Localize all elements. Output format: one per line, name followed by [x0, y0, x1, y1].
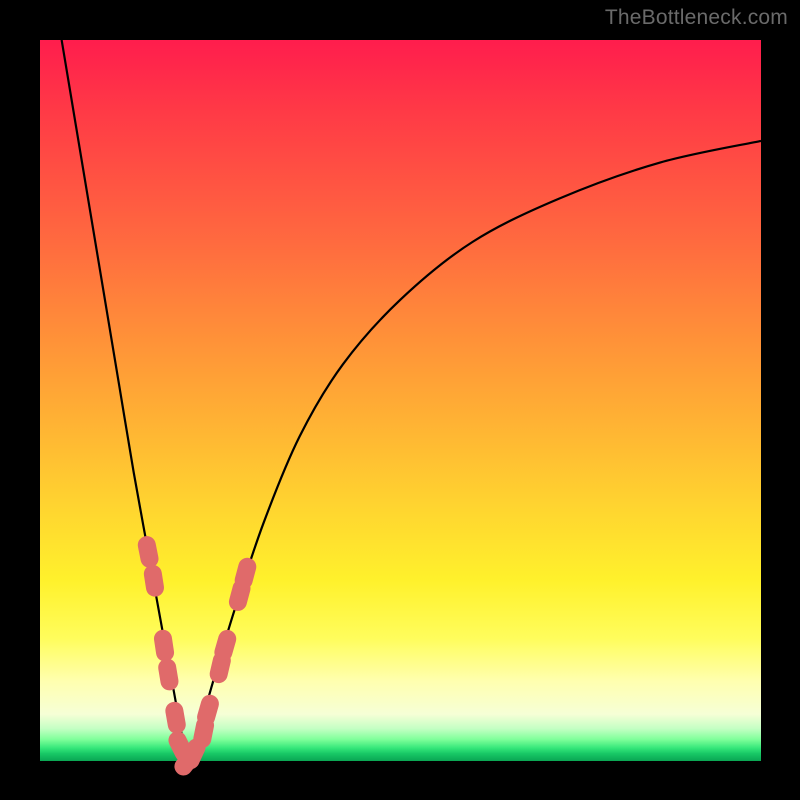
- scatter-dot: [174, 711, 176, 725]
- scatter-dot: [167, 668, 169, 682]
- scatter-dot: [147, 545, 150, 559]
- plot-area: [40, 40, 761, 761]
- scatter-dot: [153, 574, 155, 588]
- chart-frame: TheBottleneck.com: [0, 0, 800, 800]
- scatter-group: [147, 545, 248, 766]
- scatter-dot: [177, 740, 183, 753]
- watermark-text: TheBottleneck.com: [605, 6, 788, 30]
- scatter-dot: [244, 567, 248, 581]
- scatter-dot: [191, 747, 197, 760]
- scatter-dot: [238, 588, 242, 602]
- scatter-dot: [223, 639, 227, 652]
- curve-svg: [40, 40, 761, 761]
- scatter-dot: [206, 704, 210, 717]
- scatter-dot: [219, 660, 222, 674]
- scatter-dot: [163, 639, 165, 653]
- scatter-dot: [202, 725, 205, 739]
